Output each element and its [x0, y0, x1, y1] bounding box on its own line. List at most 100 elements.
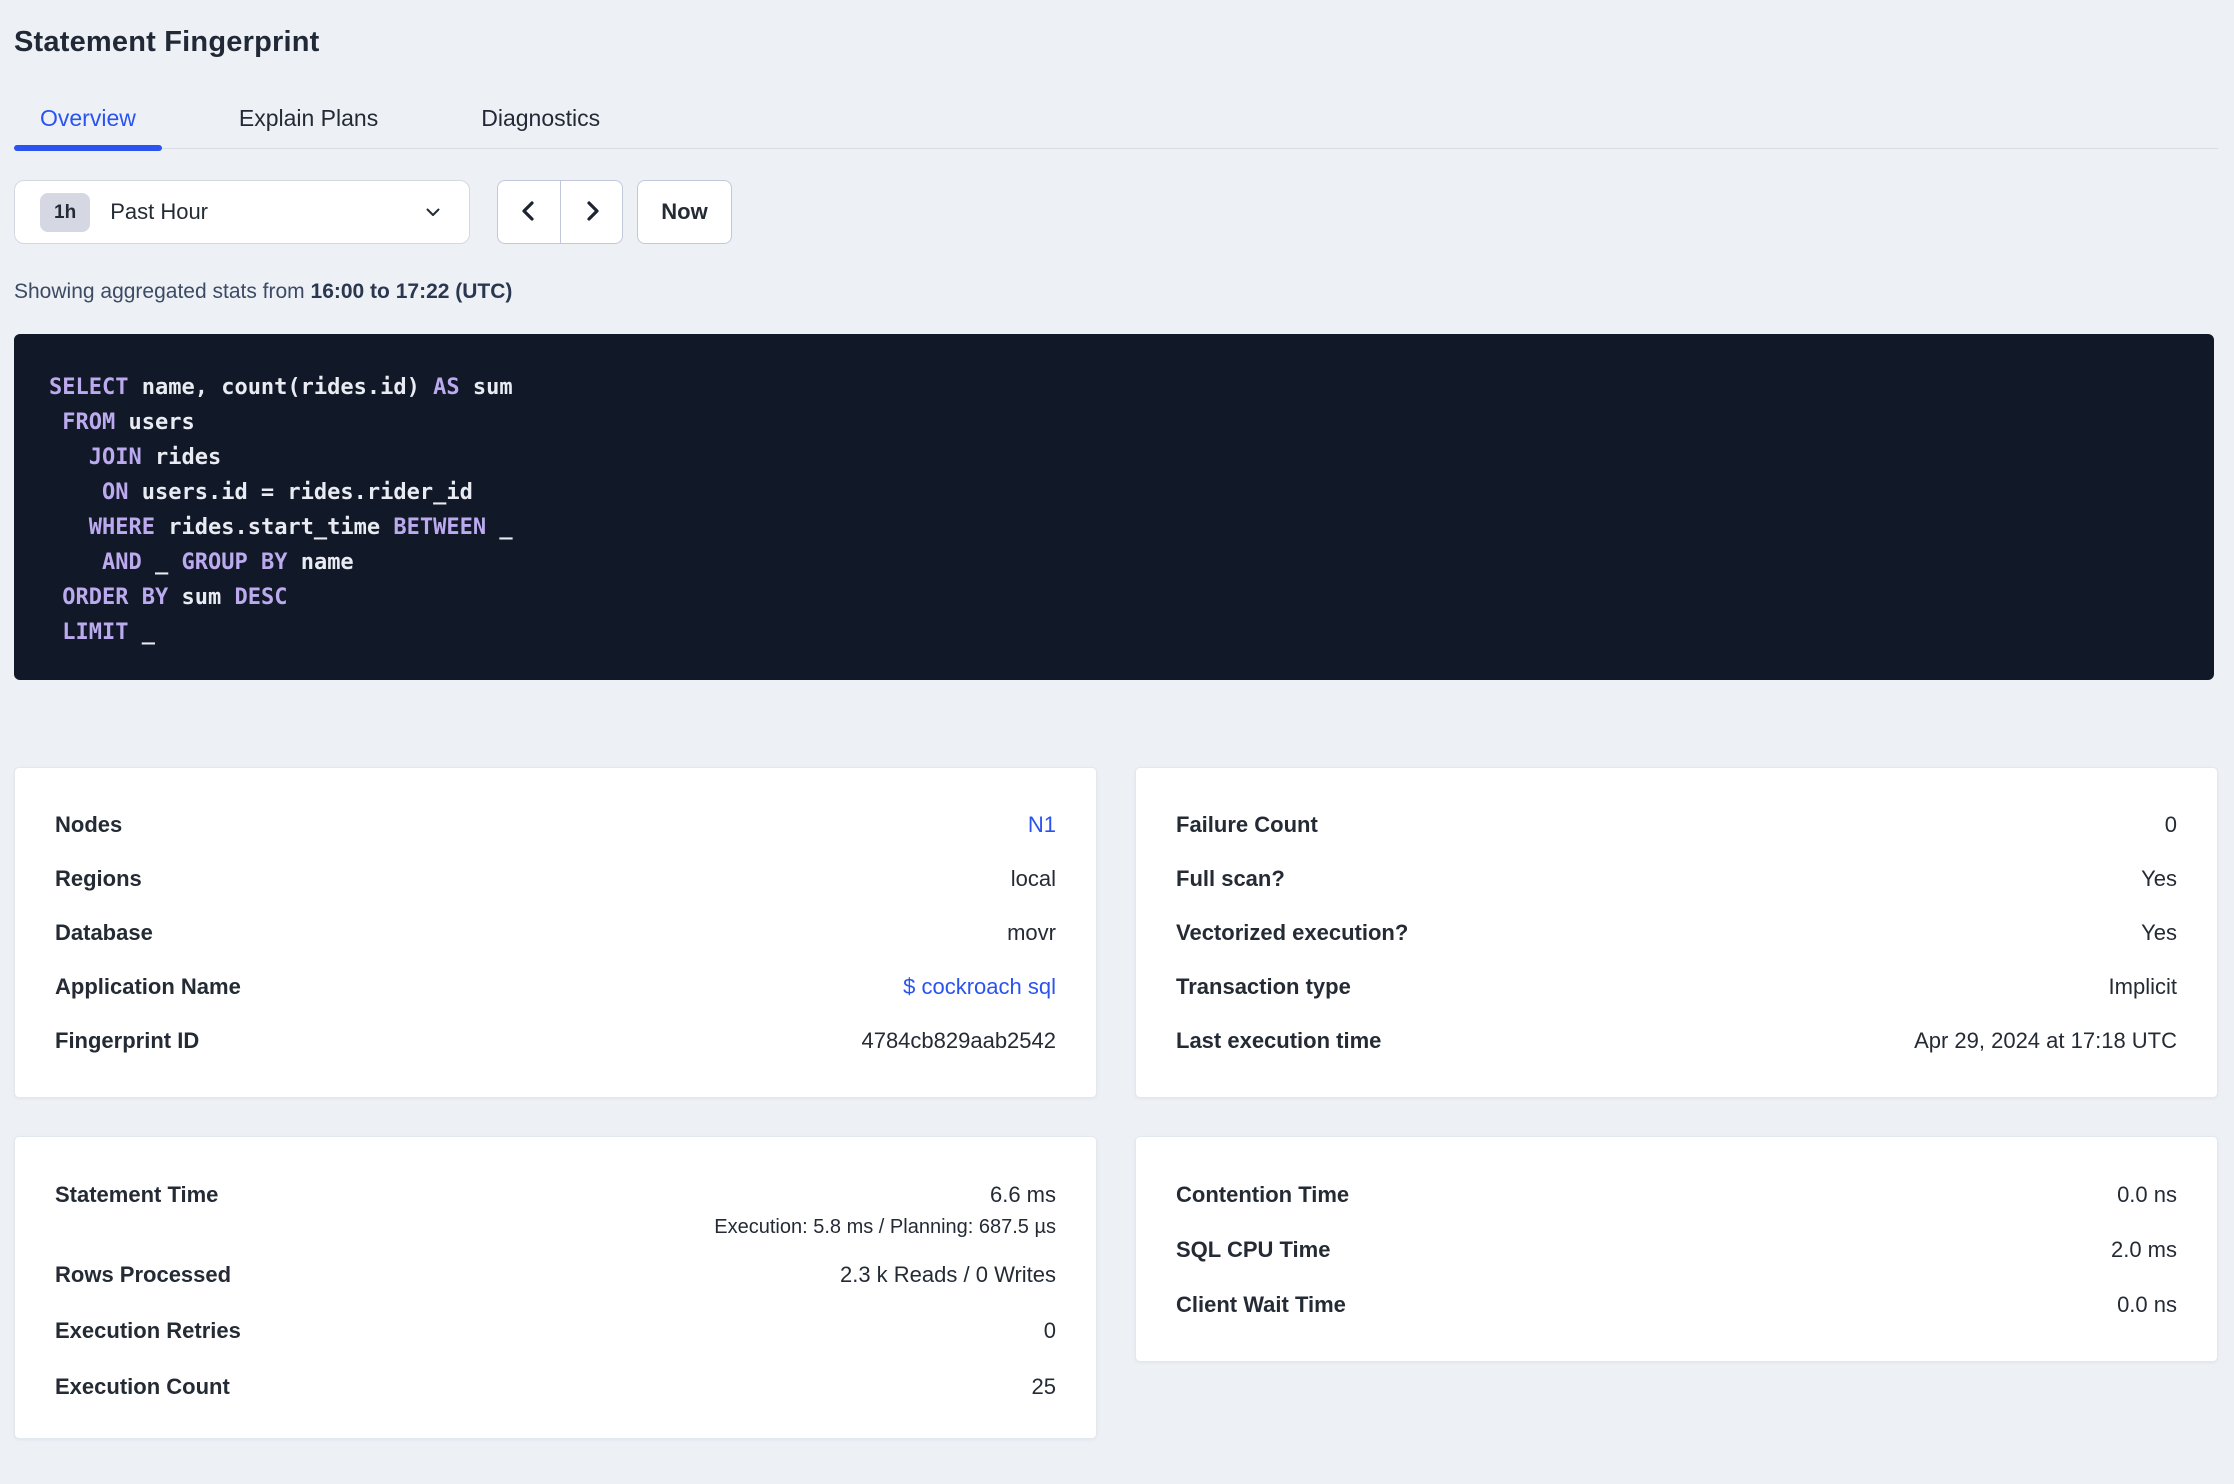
- stat-row: Full scan? Yes: [1176, 852, 2177, 906]
- stat-label: Last execution time: [1176, 1028, 1382, 1053]
- stat-value: 0.0 ns: [2117, 1291, 2177, 1317]
- stat-label: SQL CPU Time: [1176, 1236, 1331, 1262]
- sql-line: SELECT name, count(rides.id) AS sum: [49, 370, 2184, 405]
- card-statement-details: Nodes N1 Regions local Database movr Applicati…: [14, 767, 1097, 1098]
- stat-label: Nodes: [55, 812, 123, 837]
- sql-keyword: SELECT: [49, 375, 129, 400]
- tab-bar: Overview Explain Plans Diagnostics: [14, 103, 2218, 151]
- stat-value-wrap: 0: [2165, 812, 2177, 838]
- stat-value: Yes: [2141, 866, 2177, 891]
- stat-value: 2.0 ms: [2110, 1236, 2177, 1262]
- stat-value-wrap: $ cockroach sql: [903, 974, 1056, 1000]
- stats-summary-range: 16:00 to 17:22 (UTC): [310, 280, 513, 303]
- sql-code: SELECT name, count(rides.id) AS sum FROM…: [49, 370, 2184, 650]
- tab-explain-plans[interactable]: Explain Plans: [213, 103, 404, 148]
- time-interval-label: Past Hour: [110, 199, 209, 224]
- sql-text: rides.start_time: [154, 515, 394, 540]
- page-title: Statement Fingerprint: [14, 26, 320, 58]
- now-button[interactable]: Now: [637, 180, 732, 244]
- stat-value-wrap: 0: [1044, 1318, 1056, 1344]
- sql-text: _: [141, 550, 182, 575]
- sql-line: LIMIT _: [49, 615, 2184, 650]
- stat-row: Last execution time Apr 29, 2024 at 17:18…: [1176, 1014, 2177, 1068]
- sql-text: _: [486, 515, 513, 540]
- time-interval-dropdown[interactable]: 1h Past Hour: [14, 180, 470, 244]
- stat-value: 4784cb829aab2542: [861, 1028, 1056, 1053]
- chevron-down-icon: [421, 200, 445, 224]
- stat-value: 6.6 ms: [989, 1182, 1056, 1207]
- stat-label: Statement Time: [55, 1182, 219, 1207]
- stats-summary-text: Showing aggregated stats from: [14, 280, 311, 303]
- sql-line: WHERE rides.start_time BETWEEN _: [49, 510, 2184, 545]
- stat-subvalue: Execution: 5.8 ms / Planning: 687.5 µs: [714, 1216, 1056, 1238]
- stat-value-wrap: Yes: [2141, 866, 2177, 892]
- stat-row: Rows Processed 2.3 k Reads / 0 Writes: [55, 1247, 1056, 1303]
- sql-line: ORDER BY sum DESC: [49, 580, 2184, 615]
- stat-value-wrap: Implicit: [2109, 974, 2177, 1000]
- time-pager: [497, 180, 623, 244]
- card-execution-stats: Statement Time 6.6 ms Execution: 5.8 ms / …: [14, 1136, 1097, 1439]
- tab-overview[interactable]: Overview: [14, 103, 162, 151]
- sql-statement-box: SELECT name, count(rides.id) AS sum FROM…: [14, 334, 2214, 680]
- sql-text: _: [128, 620, 155, 645]
- stat-row: Contention Time 0.0 ns: [1176, 1167, 2177, 1222]
- stat-value-link[interactable]: N1: [1028, 812, 1056, 837]
- stat-value: 25: [1031, 1374, 1056, 1399]
- stat-value: movr: [1007, 920, 1056, 945]
- sql-keyword: AND: [101, 550, 142, 575]
- sql-text: sum: [459, 375, 513, 400]
- stat-label: Client Wait Time: [1176, 1291, 1346, 1317]
- card-execution-attributes: Failure Count 0 Full scan? Yes Vectorized ex…: [1135, 767, 2218, 1098]
- stat-value-link[interactable]: $ cockroach sql: [903, 974, 1056, 999]
- sql-keyword: WHERE: [88, 515, 155, 540]
- tab-label: Overview: [40, 105, 136, 131]
- stat-row: Application Name $ cockroach sql: [55, 960, 1056, 1014]
- stat-row: Client Wait Time 0.0 ns: [1176, 1277, 2177, 1332]
- stat-value-wrap: 25: [1032, 1374, 1056, 1400]
- card-time-stats: Contention Time 0.0 ns SQL CPU Time 2.0 ms C…: [1135, 1136, 2218, 1362]
- stat-value-wrap: 4784cb829aab2542: [861, 1028, 1056, 1054]
- sql-text: rides: [141, 445, 222, 470]
- sql-line: AND _ GROUP BY name: [49, 545, 2184, 580]
- stat-row: Vectorized execution? Yes: [1176, 906, 2177, 960]
- stat-row: Fingerprint ID 4784cb829aab2542: [55, 1014, 1056, 1068]
- stat-label: Database: [55, 920, 153, 945]
- sql-line: FROM users: [49, 405, 2184, 440]
- stat-value: local: [1010, 866, 1056, 891]
- sql-text: sum: [168, 585, 235, 610]
- tab-label: Diagnostics: [481, 105, 601, 131]
- statement-fingerprint-page: Statement Fingerprint Overview Explain P…: [0, 26, 2234, 1439]
- stat-row: Execution Retries 0: [55, 1303, 1056, 1359]
- stat-row: Failure Count 0: [1176, 798, 2177, 852]
- next-interval-button[interactable]: [560, 181, 622, 243]
- stat-label: Full scan?: [1176, 866, 1285, 891]
- stat-value-wrap: 2.0 ms: [2111, 1237, 2177, 1263]
- stat-row: Execution Count 25: [55, 1359, 1056, 1415]
- sql-text: name: [287, 550, 354, 575]
- stat-value: 0.0 ns: [2117, 1181, 2177, 1207]
- stat-value: 0: [2164, 812, 2177, 837]
- stat-value: Yes: [2141, 920, 2177, 945]
- stat-value-wrap: 6.6 ms Execution: 5.8 ms / Planning: 687.…: [714, 1167, 1056, 1242]
- stat-value-wrap: movr: [1007, 920, 1056, 946]
- active-tab-indicator: [14, 145, 162, 151]
- stat-value-wrap: 2.3 k Reads / 0 Writes: [840, 1262, 1056, 1288]
- stat-row: Transaction type Implicit: [1176, 960, 2177, 1014]
- stat-label: Regions: [55, 866, 142, 891]
- time-interval-badge: 1h: [40, 192, 91, 232]
- tab-diagnostics[interactable]: Diagnostics: [455, 103, 626, 148]
- stat-label: Rows Processed: [55, 1262, 232, 1287]
- stat-label: Execution Count: [55, 1374, 230, 1399]
- sql-keyword: GROUP BY: [181, 550, 288, 575]
- stat-label: Execution Retries: [55, 1318, 241, 1343]
- stat-row: Regions local: [55, 852, 1056, 906]
- stat-value: Implicit: [2108, 974, 2177, 999]
- stat-value: Apr 29, 2024 at 17:18 UTC: [1914, 1028, 2177, 1053]
- previous-interval-button[interactable]: [498, 181, 560, 243]
- stat-value-wrap: N1: [1028, 812, 1056, 838]
